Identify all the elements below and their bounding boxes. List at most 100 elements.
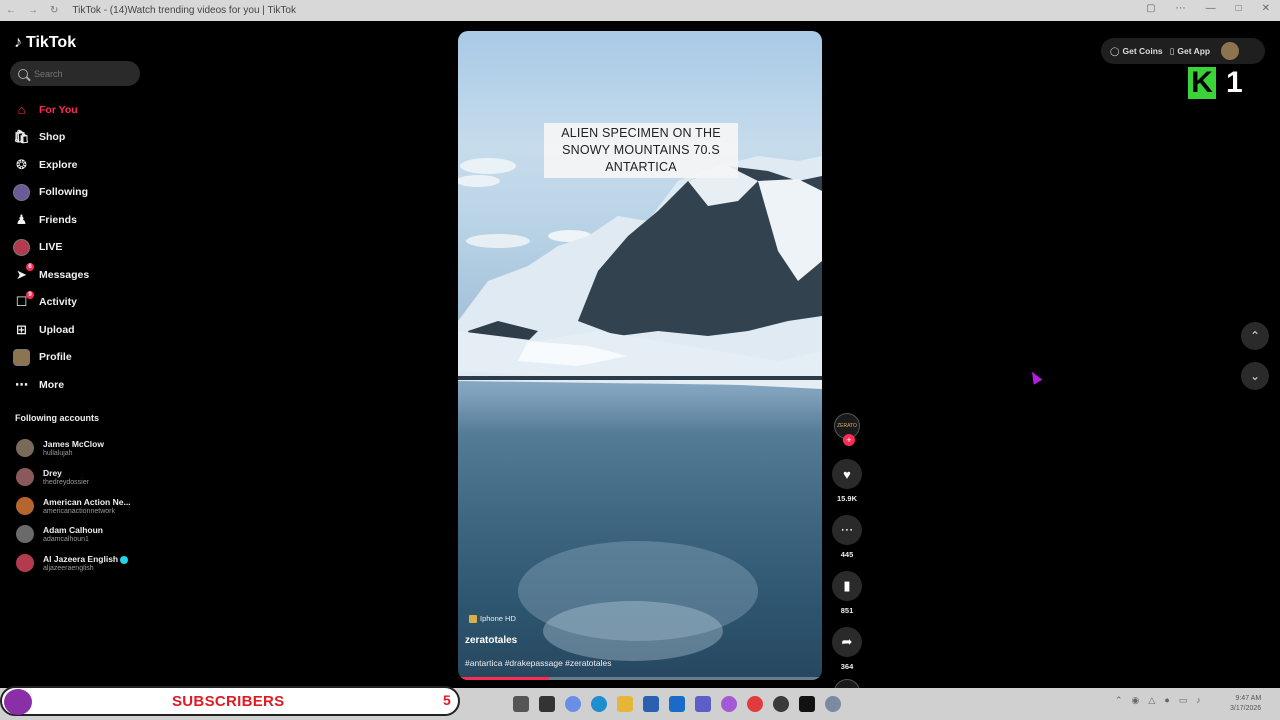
- store-icon[interactable]: [643, 696, 659, 712]
- nav-for-you[interactable]: ⌂ For You: [13, 96, 89, 124]
- save-action[interactable]: ▮ 851: [832, 571, 862, 615]
- video-author[interactable]: zeratotales: [465, 635, 517, 646]
- outlook-icon[interactable]: [669, 696, 685, 712]
- comment-action[interactable]: ⋯ 445: [832, 515, 862, 559]
- mic-icon[interactable]: ●: [1164, 695, 1169, 706]
- following-account[interactable]: Al Jazeera English aljazeeraenglish: [16, 549, 131, 578]
- following-account[interactable]: Drey thedreydossier: [16, 463, 131, 492]
- following-account[interactable]: Adam Calhoun adamcalhoun1: [16, 520, 131, 549]
- following-account[interactable]: American Action Ne... americanactionnetwo…: [16, 491, 131, 520]
- kick-overlay: K 1: [1188, 66, 1243, 100]
- nav-label: Profile: [39, 351, 72, 364]
- creator-avatar-label: ZERATO: [837, 423, 857, 429]
- subscribers-count: 5: [443, 692, 451, 708]
- save-count: 851: [840, 606, 854, 615]
- get-app-button[interactable]: ▯ Get App: [1170, 46, 1210, 57]
- chevron-up-icon[interactable]: ⌃: [1115, 695, 1123, 706]
- nav-label: Upload: [39, 323, 75, 336]
- friends-icon: ♟: [15, 211, 28, 227]
- copilot-icon[interactable]: [565, 696, 581, 712]
- taskbar-apps: [395, 696, 841, 712]
- clock-date: 3/17/2026: [1230, 705, 1262, 712]
- live-icon: [13, 238, 30, 256]
- taskbar-clock[interactable]: 9:47 AM 3/17/2026: [1230, 694, 1261, 714]
- following-accounts-list: James McClow hullalujah Drey thedreydossie…: [16, 434, 131, 577]
- chevron-up-icon: ⌃: [1249, 329, 1261, 343]
- network-icon[interactable]: ◉: [1132, 695, 1140, 706]
- settings-icon[interactable]: [825, 696, 841, 712]
- nav-following[interactable]: Following: [13, 179, 89, 207]
- nav-label: For You: [39, 103, 78, 116]
- nav-explore[interactable]: ❂ Explore: [13, 151, 89, 179]
- nav-messages[interactable]: ➤ 6 Messages: [13, 261, 89, 289]
- nav-label: More: [39, 378, 65, 391]
- account-handle: americanactionnetwork: [43, 507, 115, 515]
- get-coins-button[interactable]: ◯ Get Coins: [1110, 46, 1163, 57]
- tiktok-logo[interactable]: ♪ TikTok: [14, 34, 76, 52]
- nav-friends[interactable]: ♟ Friends: [13, 206, 89, 234]
- search-box[interactable]: [10, 61, 140, 86]
- game-icon[interactable]: [773, 696, 789, 712]
- user-avatar[interactable]: [1221, 42, 1240, 60]
- sidebar-toggle-icon[interactable]: ▢: [1146, 3, 1155, 14]
- effect-tag[interactable]: Iphone HD: [469, 614, 516, 623]
- close-icon[interactable]: ✕: [1262, 3, 1270, 14]
- wifi-icon[interactable]: △: [1148, 695, 1155, 706]
- maximize-icon[interactable]: □: [1236, 3, 1242, 14]
- follow-plus-icon[interactable]: +: [843, 434, 855, 446]
- nav-label: Activity: [39, 296, 77, 309]
- edge-icon[interactable]: [591, 696, 607, 712]
- next-video-button[interactable]: ⌄: [1241, 362, 1269, 390]
- nav-upload[interactable]: ⊞ Upload: [13, 316, 89, 344]
- forward-icon[interactable]: →: [28, 5, 38, 16]
- nav-more[interactable]: ⋯ More: [13, 371, 89, 399]
- logo-text: TikTok: [26, 34, 77, 51]
- nav-live[interactable]: LIVE: [13, 234, 89, 262]
- compass-icon: ❂: [16, 156, 27, 172]
- search-icon: [18, 68, 28, 79]
- creator-avatar[interactable]: ZERATO +: [834, 413, 860, 446]
- account-name-text: Al Jazeera English: [43, 554, 119, 565]
- folder-icon[interactable]: [617, 696, 633, 712]
- previous-video-button[interactable]: ⌃: [1241, 322, 1269, 350]
- account-handle: aljazeeraenglish: [43, 565, 94, 573]
- mouse-cursor-icon: [1027, 369, 1043, 385]
- messenger-icon[interactable]: [721, 696, 737, 712]
- video-player[interactable]: ALIEN SPECIMEN ON THE SNOWY MOUNTAINS 70…: [458, 31, 822, 680]
- messages-badge: 6: [26, 263, 34, 272]
- following-account[interactable]: James McClow hullalujah: [16, 434, 131, 463]
- browser-tab-title[interactable]: TikTok - (14)Watch trending videos for y…: [72, 5, 296, 16]
- share-icon[interactable]: ➦: [832, 627, 862, 657]
- avatar: [16, 554, 34, 573]
- share-action[interactable]: ➦ 364: [832, 627, 862, 671]
- menu-dots-icon[interactable]: ⋯: [1176, 3, 1186, 14]
- bookmark-icon[interactable]: ▮: [832, 571, 862, 601]
- opera-icon[interactable]: [747, 696, 763, 712]
- effect-icon: [469, 614, 477, 623]
- search-input[interactable]: [34, 68, 129, 79]
- video-progress-bar[interactable]: [458, 677, 822, 680]
- minimize-icon[interactable]: —: [1206, 3, 1216, 14]
- kick-logo: K: [1188, 67, 1216, 99]
- back-icon[interactable]: ←: [6, 5, 16, 16]
- browser-nav: ← → ↻: [0, 5, 58, 16]
- teams-icon[interactable]: [695, 696, 711, 712]
- nav-profile[interactable]: Profile: [13, 344, 89, 372]
- nav-shop[interactable]: 🛍 Shop: [13, 124, 89, 152]
- like-action[interactable]: ♥ 15.9K: [832, 459, 862, 503]
- get-app-label: Get App: [1177, 46, 1211, 56]
- taskview-icon[interactable]: [513, 696, 529, 712]
- file-icon[interactable]: [539, 696, 555, 712]
- volume-icon[interactable]: ♪: [1196, 695, 1201, 706]
- comment-icon[interactable]: ⋯: [832, 515, 862, 545]
- video-hashtags[interactable]: #antartica #drakepassage #zeratotales: [465, 658, 611, 668]
- display-icon[interactable]: ▭: [1179, 695, 1188, 706]
- tiktok-app-icon[interactable]: [799, 696, 815, 712]
- heart-icon[interactable]: ♥: [832, 459, 862, 489]
- get-coins-label: Get Coins: [1122, 46, 1163, 56]
- sidebar: ♪ TikTok ⌂ For You 🛍 Shop ❂ Explore Foll…: [0, 21, 150, 686]
- nav-activity[interactable]: ☐ 9 Activity: [13, 289, 89, 317]
- avatar: [16, 525, 34, 544]
- activity-badge: 9: [26, 290, 34, 299]
- reload-icon[interactable]: ↻: [50, 5, 58, 16]
